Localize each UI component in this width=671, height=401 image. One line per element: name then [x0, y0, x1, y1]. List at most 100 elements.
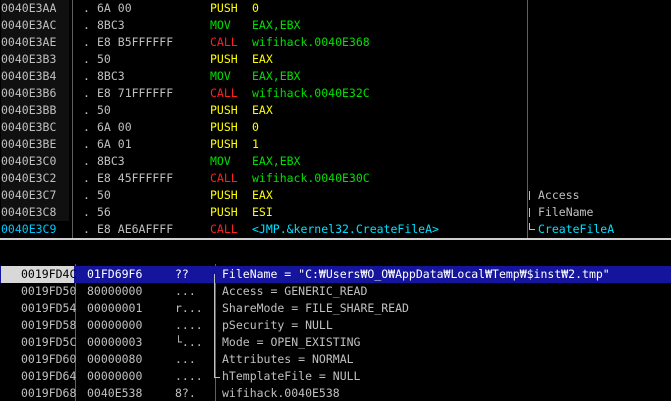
opcode: PUSH: [210, 52, 238, 66]
stack-value: 00000000: [87, 318, 143, 332]
instruction-address[interactable]: 0040E3B3: [1, 51, 69, 68]
stack-comment: ShareMode = FILE_SHARE_READ: [222, 301, 409, 315]
instruction-bytes: 6A 00: [97, 1, 132, 15]
instruction-address[interactable]: 0040E3AA: [1, 0, 69, 17]
disasm-row[interactable]: 0040E3B6. E8 71FFFFFF CALL wifihack.0040E32…: [0, 85, 671, 102]
stack-address[interactable]: 0019FD50: [1, 283, 76, 300]
disasm-row[interactable]: 0040E3BE. 6A 01 PUSH 1: [0, 136, 671, 153]
disasm-row[interactable]: 0040E3B3. 50 PUSH EAX: [0, 51, 671, 68]
opcode: PUSH: [210, 137, 238, 151]
stack-ascii: ....: [175, 369, 203, 383]
stack-row[interactable]: 0019FD60 00000080... Attributes = NORMAL: [0, 351, 671, 368]
stack-value: 00000003: [87, 335, 143, 349]
stack-pane[interactable]: 0019FD4C 01FD69F6?? FileName = "C:₩Users₩O…: [0, 264, 671, 401]
instruction-bytes: 50: [97, 188, 111, 202]
operand: wifihack.0040E368: [252, 35, 370, 49]
stack-row[interactable]: 0019FD5C 00000003 └... Mode = OPEN_EXISTING: [0, 334, 671, 351]
stack-row[interactable]: 0019FD50 80000000... Access = GENERIC_READ: [0, 283, 671, 300]
instruction-bytes: 8BC3: [97, 69, 125, 83]
instruction-marker: .: [83, 86, 90, 100]
instruction-bytes: 8BC3: [97, 154, 125, 168]
arg-bracket: [214, 317, 220, 334]
instruction-address[interactable]: 0040E3C2: [1, 170, 69, 187]
instruction-text: CALL wifihack.0040E368: [210, 34, 370, 51]
disasm-row[interactable]: 0040E3C7. 50 PUSH EAX Access: [0, 187, 671, 204]
instruction-address[interactable]: 0040E3AE: [1, 34, 69, 51]
operand: wifihack.0040E32C: [252, 86, 370, 100]
instruction-address[interactable]: 0040E3BE: [1, 136, 69, 153]
instruction-address[interactable]: 0040E3BB: [1, 102, 69, 119]
instruction-address[interactable]: 0040E3C9: [1, 221, 69, 238]
disasm-row[interactable]: 0040E3C2. E8 45FFFFFF CALL wifihack.0040E30…: [0, 170, 671, 187]
operand: wifihack.0040E30C: [252, 171, 370, 185]
opcode: MOV: [210, 18, 231, 32]
stack-address[interactable]: 0019FD58: [1, 317, 76, 334]
operand: 1: [252, 137, 259, 151]
stack-row[interactable]: 0019FD58 00000000.... pSecurity = NULL: [0, 317, 671, 334]
instruction-text: CALL wifihack.0040E32C: [210, 85, 370, 102]
instruction-address[interactable]: 0040E3C7: [1, 187, 69, 204]
stack-row[interactable]: 0019FD54 00000001 r... ShareMode = FILE_SHA…: [0, 300, 671, 317]
instruction-address[interactable]: 0040E3C8: [1, 204, 69, 221]
stack-address[interactable]: 0019FD5C: [1, 334, 76, 351]
disasm-row[interactable]: 0040E3AC. 8BC3 MOV EAX,EBX: [0, 17, 671, 34]
instruction-marker: .: [83, 222, 90, 236]
instruction-marker: .: [83, 103, 90, 117]
stack-address[interactable]: 0019FD4C: [1, 266, 76, 283]
disasm-row[interactable]: 0040E3BB. 50 PUSH EAX: [0, 102, 671, 119]
disasm-row[interactable]: 0040E3AE. E8 B5FFFFFF CALL wifihack.0040E36…: [0, 34, 671, 51]
instruction-marker: .: [83, 18, 90, 32]
operand: EAX,EBX: [252, 154, 301, 168]
disasm-row[interactable]: 0040E3BC. 6A 00 PUSH 0: [0, 119, 671, 136]
stack-ascii: ....: [175, 318, 203, 332]
stack-value: 01FD69F6: [87, 267, 143, 281]
disasm-row[interactable]: 0040E3C0. 8BC3 MOV EAX,EBX: [0, 153, 671, 170]
stack-value: 00000001: [87, 301, 143, 315]
arg-bracket: [214, 283, 220, 300]
instruction-address[interactable]: 0040E3B4: [1, 68, 69, 85]
stack-row[interactable]: 0019FD68 0040E538 8?. wifihack.0040E538: [0, 385, 671, 401]
stack-row[interactable]: 0019FD64 00000000.... hTemplateFile = NULL: [0, 368, 671, 385]
instruction-marker: .: [83, 52, 90, 66]
pane-splitter[interactable]: [0, 238, 671, 264]
stack-value: 00000000: [87, 369, 143, 383]
disasm-row[interactable]: 0040E3B4. 8BC3 MOV EAX,EBX: [0, 68, 671, 85]
instruction-address[interactable]: 0040E3C0: [1, 153, 69, 170]
instruction-bytes: E8 AE6AFFFF: [97, 222, 174, 236]
instruction-bytes: 50: [97, 103, 111, 117]
instruction-bytes: E8 71FFFFFF: [97, 86, 174, 100]
opcode: MOV: [210, 69, 231, 83]
instruction-text: PUSH EAX: [210, 51, 273, 68]
instruction-text: PUSH 0: [210, 0, 259, 17]
operand: EAX,EBX: [252, 69, 301, 83]
opcode: PUSH: [210, 103, 238, 117]
instruction-address[interactable]: 0040E3B6: [1, 85, 69, 102]
instruction-bytes: 8BC3: [97, 18, 125, 32]
instruction-address[interactable]: 0040E3BC: [1, 119, 69, 136]
stack-ascii: ??: [175, 267, 189, 281]
instruction-bytes: 6A 01: [97, 137, 132, 151]
instruction-marker: .: [83, 1, 90, 15]
opcode: MOV: [210, 154, 231, 168]
stack-address[interactable]: 0019FD64: [1, 368, 76, 385]
disasm-row[interactable]: 0040E3C9. E8 AE6AFFFF CALL <JMP.&kernel32.C…: [0, 221, 671, 238]
instruction-marker: .: [83, 188, 90, 202]
instruction-bytes: E8 45FFFFFF: [97, 171, 174, 185]
disassembly-pane[interactable]: 0040E3AA. 6A 00 PUSH 0 0040E3AC. 8BC3 MOV EAX,E…: [0, 0, 671, 238]
stack-address[interactable]: 0019FD54: [1, 300, 76, 317]
instruction-text: PUSH EAX: [210, 187, 273, 204]
disasm-row[interactable]: 0040E3AA. 6A 00 PUSH 0: [0, 0, 671, 17]
instruction-address[interactable]: 0040E3AC: [1, 17, 69, 34]
disasm-row[interactable]: 0040E3C8. 56 PUSH ESI FileName: [0, 204, 671, 221]
stack-address[interactable]: 0019FD68: [1, 385, 76, 401]
stack-row[interactable]: 0019FD4C 01FD69F6?? FileName = "C:₩Users₩O…: [0, 266, 671, 283]
instruction-bytes: 6A 00: [97, 120, 132, 134]
instruction-text: CALL <JMP.&kernel32.CreateFileA>: [210, 221, 439, 238]
operand: EAX,EBX: [252, 18, 301, 32]
stack-ascii: r...: [175, 301, 203, 315]
opcode: PUSH: [210, 188, 238, 202]
stack-address[interactable]: 0019FD60: [1, 351, 76, 368]
stack-comment: pSecurity = NULL: [222, 318, 333, 332]
operand: EAX: [252, 103, 273, 117]
arg-bracket: [214, 300, 220, 317]
